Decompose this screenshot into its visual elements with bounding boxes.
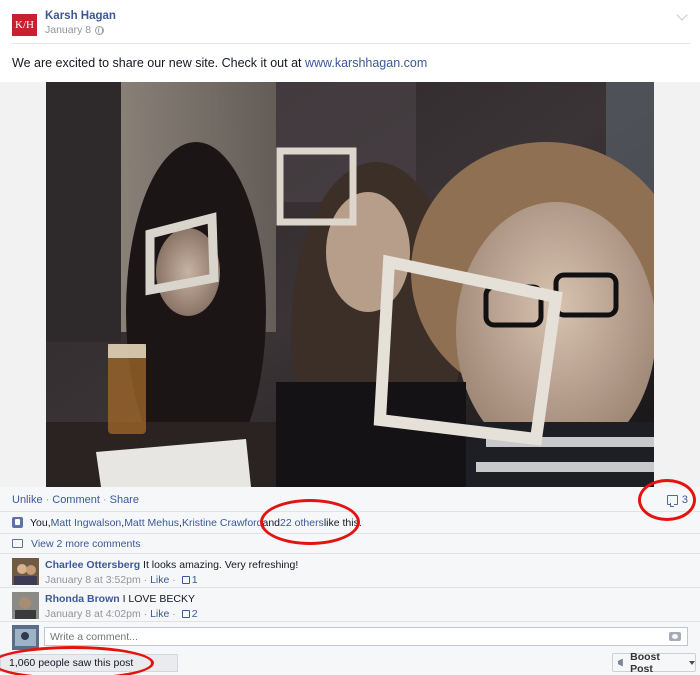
- comment-count[interactable]: 3: [666, 494, 688, 507]
- comment-count-value: 3: [681, 494, 688, 506]
- comment-time[interactable]: January 8 at 4:02pm: [45, 608, 141, 620]
- view-more-comments[interactable]: View 2 more comments: [0, 533, 700, 553]
- boost-label: Boost Post: [630, 650, 660, 675]
- photo-image: [46, 82, 654, 487]
- page-name-link[interactable]: Karsh Hagan: [45, 10, 116, 22]
- comment-meta: January 8 at 3:52pm · Like · 1: [45, 574, 198, 586]
- view-more-link[interactable]: View 2 more comments: [31, 538, 141, 550]
- comment-input[interactable]: [44, 627, 688, 646]
- avatar: [12, 625, 39, 650]
- likes-summary: You, Matt Ingwalson, Matt Mehus, Kristin…: [0, 511, 700, 533]
- page-logo[interactable]: K/H: [12, 14, 37, 36]
- thumbs-up-icon: [12, 517, 23, 528]
- comment-like-link[interactable]: Like: [150, 608, 169, 620]
- commenter-name[interactable]: Charlee Ottersberg: [45, 559, 140, 571]
- likes-suffix: like this.: [323, 516, 362, 529]
- comment-item: Charlee Ottersberg It looks amazing. Ver…: [0, 553, 700, 587]
- message-link[interactable]: www.karshhagan.com: [305, 56, 427, 70]
- comment-time[interactable]: January 8 at 3:52pm: [45, 574, 141, 586]
- post-photo[interactable]: [46, 82, 654, 487]
- megaphone-icon: [618, 658, 623, 667]
- commenter-name[interactable]: Rhonda Brown: [45, 593, 120, 605]
- comment-like-link[interactable]: Like: [150, 574, 169, 586]
- logo-text: K/H: [15, 19, 34, 31]
- write-comment-row: [0, 621, 700, 651]
- likes-and: and: [262, 516, 281, 529]
- thumbs-up-icon: [181, 610, 190, 618]
- thumbs-up-icon: [181, 576, 190, 584]
- comment-text: It looks amazing. Very refreshing!: [140, 559, 299, 571]
- avatar[interactable]: [12, 592, 39, 619]
- post-header-text: Karsh Hagan January 8: [45, 10, 116, 36]
- post-reach[interactable]: 1,060 people saw this post: [0, 654, 178, 672]
- camera-icon[interactable]: [669, 632, 681, 641]
- comment-meta: January 8 at 4:02pm · Like · 2: [45, 608, 198, 620]
- comment-text: I LOVE BECKY: [119, 593, 195, 605]
- post-timestamp: January 8: [45, 24, 116, 36]
- facebook-post: K/H Karsh Hagan January 8 We are excited…: [0, 0, 700, 675]
- separator: ·: [102, 494, 107, 506]
- others-link[interactable]: 22 others: [280, 517, 324, 529]
- post-actions: Unlike · Comment · Share: [12, 494, 139, 506]
- unlike-link[interactable]: Unlike: [12, 494, 43, 506]
- comment-item: Rhonda Brown I LOVE BECKY January 8 at 4…: [0, 587, 700, 621]
- post-message: We are excited to share our new site. Ch…: [12, 56, 427, 70]
- liker-link[interactable]: Matt Ingwalson: [51, 517, 122, 529]
- comment-icon: [12, 539, 23, 548]
- comment-body: Charlee Ottersberg It looks amazing. Ver…: [45, 558, 298, 587]
- likes-you: You,: [30, 516, 51, 529]
- chevron-down-icon[interactable]: [676, 9, 688, 21]
- avatar[interactable]: [12, 558, 39, 585]
- post-header: K/H Karsh Hagan January 8: [12, 10, 116, 42]
- separator: ·: [45, 494, 50, 506]
- chevron-down-icon: [689, 660, 695, 665]
- comment-body: Rhonda Brown I LOVE BECKY January 8 at 4…: [45, 592, 198, 621]
- comment-link[interactable]: Comment: [52, 494, 100, 506]
- photo-container: [0, 82, 700, 487]
- divider: [12, 43, 690, 44]
- share-link[interactable]: Share: [110, 494, 139, 506]
- boost-post-button[interactable]: Boost Post: [612, 650, 696, 675]
- comment-like-count[interactable]: 1: [192, 574, 198, 586]
- liker-link[interactable]: Kristine Crawford: [182, 517, 263, 529]
- feedback-area: Unlike · Comment · Share 3 You, Matt Ing…: [0, 487, 700, 675]
- message-text: We are excited to share our new site. Ch…: [12, 56, 305, 70]
- comment-like-count[interactable]: 2: [192, 608, 198, 620]
- post-date-link[interactable]: January 8: [45, 24, 91, 36]
- comment-bubble-icon: [666, 495, 678, 507]
- liker-link[interactable]: Matt Mehus: [124, 517, 179, 529]
- globe-icon: [95, 25, 105, 35]
